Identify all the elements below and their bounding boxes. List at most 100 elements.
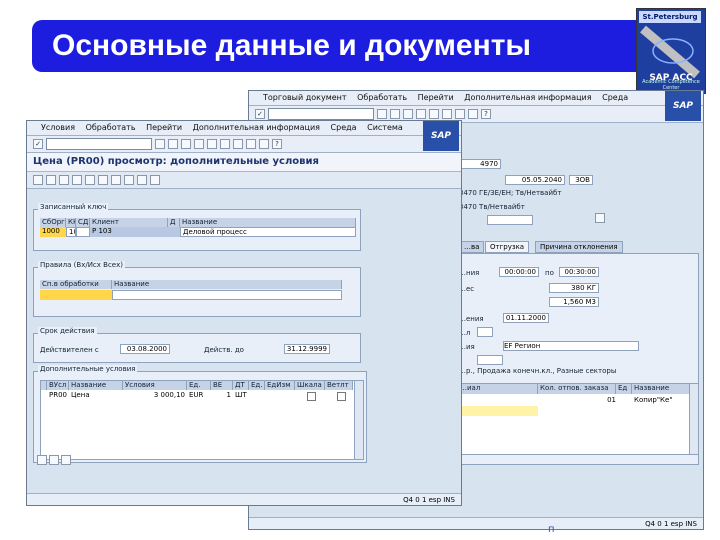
front-menu-item[interactable]: Условия [41,123,75,132]
back-menu-item[interactable]: Дополнительная информация [464,93,591,102]
back-doc-date[interactable]: 05.05.2040 [505,175,565,185]
back-detail-icon[interactable] [595,213,605,223]
back-weight[interactable]: 380 КГ [549,283,599,293]
overview-icon[interactable] [124,175,134,185]
sort-icon[interactable] [61,455,71,465]
table-icon[interactable] [111,175,121,185]
key-cell-customer[interactable]: Р 103 [90,227,180,237]
back-menu-item[interactable]: Торговый документ [263,93,347,102]
exit-icon[interactable] [181,139,191,149]
save-icon[interactable] [155,139,165,149]
front-menu-item[interactable]: Система [367,123,403,132]
page-icon[interactable] [246,139,256,149]
scale-checkbox[interactable] [307,392,316,401]
info-icon[interactable] [98,175,108,185]
cancel-icon[interactable] [194,139,204,149]
cond-cell-name[interactable]: Цена [69,391,123,401]
key-cell-name[interactable]: Деловой процесс [180,227,356,237]
back-col-header[interactable]: Название [632,384,690,394]
front-menu-item[interactable]: Перейти [146,123,182,132]
col-header[interactable]: Сп.в обработки [40,280,112,289]
rules-cell-selected[interactable] [40,290,112,300]
back-doc-type[interactable]: ЗОВ [569,175,593,185]
back-cell[interactable]: 01 [578,396,616,406]
back-menu-item[interactable]: Среда [602,93,628,102]
front-command-field[interactable] [46,138,152,150]
back-menu-item[interactable]: Обработать [357,93,407,102]
col-header[interactable]: ДТ [233,381,249,390]
find-icon[interactable] [442,109,452,119]
key-icon[interactable] [59,175,69,185]
col-header[interactable]: Клиент [90,218,168,227]
cond-cell-per[interactable]: 1 [211,391,233,401]
key-cell-salesorg[interactable]: 1000 [40,227,66,237]
col-header[interactable]: ВЕ [211,381,233,390]
enter-icon[interactable]: ✓ [255,109,265,119]
print-icon[interactable] [429,109,439,119]
help-icon[interactable]: ? [481,109,491,119]
back-volume[interactable]: 1,560 М3 [549,297,599,307]
back-col-header[interactable]: Ед [616,384,632,394]
page-icon[interactable] [455,109,465,119]
back-cell-selected[interactable] [458,406,538,416]
back-small-field[interactable] [477,327,493,337]
col-header[interactable]: СД [76,218,90,227]
cond-cell-amount[interactable]: 3 000,10 [123,391,187,401]
back-tab[interactable]: …ва [459,241,485,253]
col-header[interactable]: ВУсл [47,381,69,390]
help-icon[interactable]: ? [272,139,282,149]
front-menu-item[interactable]: Дополнительная информация [193,123,320,132]
col-header[interactable]: Ед. [187,381,211,390]
col-header[interactable]: СбОрг [40,218,66,227]
back-icon[interactable] [390,109,400,119]
back-col-header[interactable]: Кол. отпов. заказа [538,384,616,394]
back-region-field[interactable]: EF Регион [503,341,639,351]
enter-icon[interactable]: ✓ [33,139,43,149]
col-header[interactable]: КК [66,218,76,227]
col-header[interactable]: Название [69,381,123,390]
back-small-field[interactable] [477,355,503,365]
copy-icon[interactable] [137,175,147,185]
select-all-icon[interactable] [37,455,47,465]
col-header[interactable]: ЕдИзм [265,381,295,390]
back-table-scrollbar[interactable] [689,384,698,454]
back-tab-rejection[interactable]: Причина отклонения [535,241,623,253]
col-header[interactable]: Ветлт [325,381,353,390]
col-header[interactable]: Название [112,280,342,289]
cond-cell-uom[interactable]: ШТ [233,391,249,401]
page-icon[interactable] [468,109,478,119]
back-date-field[interactable]: 01.11.2000 [503,313,549,323]
col-header[interactable]: Шкала [295,381,325,390]
deletion-checkbox[interactable] [337,392,346,401]
back-small-field[interactable] [487,215,533,225]
col-header[interactable]: Ед. [249,381,265,390]
back-command-field[interactable] [268,108,374,120]
col-header[interactable]: Условия [123,381,187,390]
page-icon[interactable] [233,139,243,149]
cond-cell-currency[interactable]: EUR [187,391,211,401]
filter-icon[interactable] [150,175,160,185]
back-tab-shipping[interactable]: Отгрузка [485,241,530,253]
display-icon[interactable] [33,175,43,185]
valid-from-field[interactable]: 03.08.2000 [120,344,170,354]
key-cell-channel[interactable]: 10 [66,227,76,237]
scales-icon[interactable] [85,175,95,185]
details-icon[interactable] [72,175,82,185]
valid-to-field[interactable]: 31.12.9999 [284,344,330,354]
edit-icon[interactable] [46,175,56,185]
exit-icon[interactable] [403,109,413,119]
back-doc-number[interactable]: 4970 [457,159,501,169]
back-cell[interactable]: Копир"Ке" [632,396,690,406]
find-icon[interactable] [220,139,230,149]
rules-cell-name[interactable] [112,290,342,300]
layout-icon[interactable] [259,139,269,149]
col-header[interactable]: Д [168,218,180,227]
conditions-scrollbar[interactable] [354,381,363,459]
back-menu-item[interactable]: Перейти [418,93,454,102]
key-cell-division[interactable] [76,227,90,237]
back-time-to[interactable]: 00:30:00 [559,267,599,277]
front-menu-item[interactable]: Среда [331,123,357,132]
back-col-header[interactable]: …иал [458,384,538,394]
col-header[interactable]: Название [180,218,356,227]
cond-cell-type[interactable]: PR00 [47,391,69,401]
